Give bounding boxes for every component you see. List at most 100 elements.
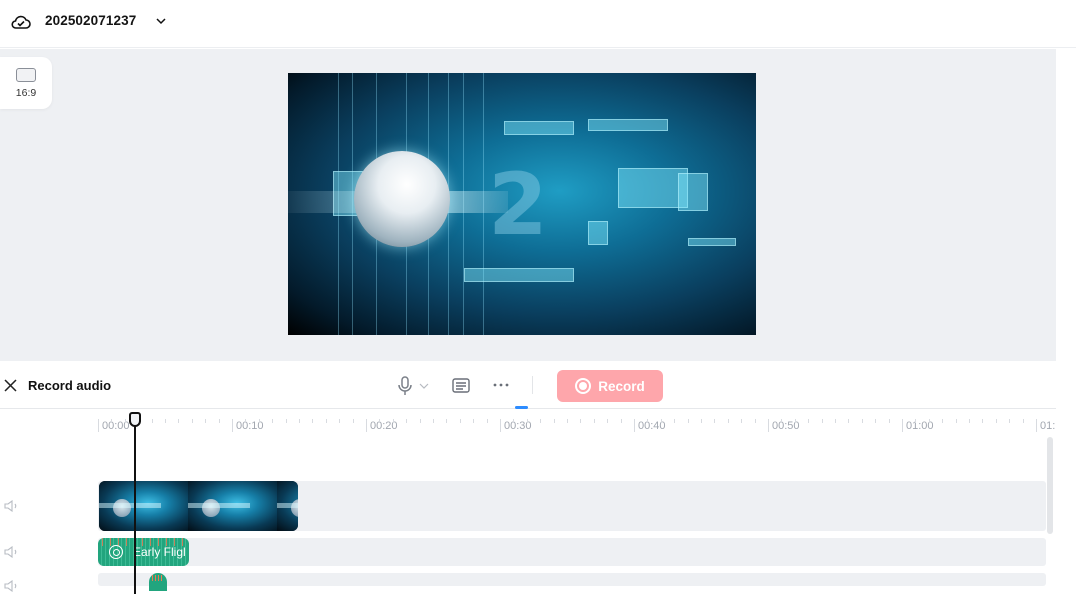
chevron-down-icon[interactable] bbox=[419, 382, 429, 390]
ruler-minor-tick bbox=[165, 419, 166, 423]
ruler-minor-tick bbox=[245, 419, 247, 423]
playhead-handle[interactable] bbox=[129, 412, 141, 427]
ruler-minor-tick bbox=[406, 419, 408, 423]
ruler-minor-tick bbox=[781, 419, 783, 423]
video-preview[interactable]: 2 bbox=[288, 73, 756, 335]
ruler-minor-tick bbox=[191, 419, 193, 423]
ruler-minor-tick bbox=[486, 419, 488, 423]
ruler-minor-tick bbox=[580, 419, 582, 423]
close-icon[interactable] bbox=[4, 379, 17, 392]
ruler-minor-tick bbox=[285, 419, 287, 423]
timeline: 00:00 00:10 00:20 00:30 00:40 00:50 01:00 01: E… bbox=[0, 410, 1076, 594]
ruler-major-tick bbox=[768, 419, 769, 432]
vertical-scrollbar[interactable] bbox=[1047, 437, 1053, 534]
audio-clip[interactable] bbox=[149, 573, 167, 591]
ruler-major-tick bbox=[232, 419, 233, 432]
decor-bar bbox=[504, 121, 574, 135]
ruler-minor-tick bbox=[1022, 419, 1024, 423]
more-icon[interactable] bbox=[492, 378, 510, 392]
ruler-major-tick bbox=[902, 419, 903, 432]
ruler-minor-tick bbox=[727, 419, 729, 423]
record-button-label: Record bbox=[598, 378, 645, 394]
ruler-minor-tick bbox=[915, 419, 917, 423]
ruler-minor-tick bbox=[218, 419, 220, 423]
clip-thumbnail bbox=[277, 481, 298, 531]
ruler-minor-tick bbox=[352, 419, 354, 423]
ruler-minor-tick bbox=[379, 419, 381, 423]
microphone-icon[interactable] bbox=[397, 376, 413, 396]
ruler-major-tick bbox=[634, 419, 635, 432]
ruler-minor-tick bbox=[567, 419, 568, 423]
ruler-minor-tick bbox=[205, 419, 207, 423]
record-button[interactable]: Record bbox=[557, 370, 663, 402]
ruler-minor-tick bbox=[151, 419, 153, 423]
globe-image bbox=[354, 151, 450, 247]
project-title[interactable]: 202502071237 bbox=[45, 13, 136, 28]
volume-icon[interactable] bbox=[4, 580, 20, 592]
ruler-major-tick bbox=[500, 419, 501, 432]
playhead-line bbox=[134, 424, 136, 594]
ruler-minor-tick bbox=[888, 419, 890, 423]
ruler-minor-tick bbox=[607, 419, 609, 423]
ruler-minor-tick bbox=[473, 419, 475, 423]
subtitle-icon[interactable] bbox=[452, 378, 470, 393]
ruler-minor-tick bbox=[875, 419, 877, 423]
ruler-major-tick bbox=[1036, 419, 1037, 432]
ruler-minor-tick bbox=[339, 419, 341, 423]
ruler-minor-tick bbox=[969, 419, 970, 423]
ruler-major-tick bbox=[98, 419, 99, 432]
ruler-major-tick bbox=[366, 419, 367, 432]
ruler-minor-tick bbox=[299, 419, 300, 423]
decor-bar bbox=[464, 268, 574, 282]
ruler-minor-tick bbox=[714, 419, 716, 423]
divider bbox=[532, 376, 533, 394]
right-strip bbox=[1056, 49, 1076, 361]
ruler-minor-tick bbox=[861, 419, 863, 423]
ruler-minor-tick bbox=[660, 419, 662, 423]
ruler-label: 01: bbox=[1040, 420, 1056, 432]
ruler-minor-tick bbox=[540, 419, 542, 423]
ruler-minor-tick bbox=[754, 419, 756, 423]
audio-clip-name: Early Fligl bbox=[133, 545, 186, 559]
ruler-minor-tick bbox=[674, 419, 676, 423]
decor-bar bbox=[588, 221, 608, 245]
aspect-ratio-label: 16:9 bbox=[15, 86, 37, 99]
clip-thumbnail bbox=[99, 481, 188, 531]
ruler-minor-tick bbox=[325, 419, 327, 423]
panel-resize-handle[interactable] bbox=[515, 406, 528, 409]
ruler-minor-tick bbox=[942, 419, 944, 423]
audio-track[interactable] bbox=[98, 573, 1046, 586]
ruler-minor-tick bbox=[687, 419, 689, 423]
ruler-minor-tick bbox=[835, 419, 836, 423]
volume-icon[interactable] bbox=[4, 546, 20, 558]
ruler-minor-tick bbox=[392, 419, 394, 423]
audio-track[interactable] bbox=[98, 538, 1046, 566]
ruler-minor-tick bbox=[446, 419, 448, 423]
ruler-minor-tick bbox=[459, 419, 461, 423]
ruler-minor-tick bbox=[741, 419, 743, 423]
aspect-ratio-button[interactable]: 16:9 bbox=[0, 57, 52, 109]
overlay-digit: 2 bbox=[488, 155, 548, 255]
ruler-minor-tick bbox=[848, 419, 850, 423]
ruler-minor-tick bbox=[272, 419, 274, 423]
ruler-minor-tick bbox=[620, 419, 622, 423]
record-audio-bar bbox=[0, 361, 1056, 409]
ruler-minor-tick bbox=[553, 419, 555, 423]
decor-bar bbox=[678, 173, 708, 211]
cloud-check-icon[interactable] bbox=[10, 12, 32, 32]
ruler-minor-tick bbox=[312, 419, 314, 423]
chevron-down-icon[interactable] bbox=[154, 14, 168, 28]
volume-icon[interactable] bbox=[4, 500, 20, 512]
ruler-minor-tick bbox=[526, 419, 528, 423]
ruler-minor-tick bbox=[178, 419, 180, 423]
ruler-minor-tick bbox=[513, 419, 515, 423]
top-bar: 202502071237 bbox=[0, 0, 1076, 48]
time-ruler[interactable]: 00:00 00:10 00:20 00:30 00:40 00:50 01:00 01: bbox=[98, 410, 1056, 436]
ruler-minor-tick bbox=[794, 419, 796, 423]
audio-clip[interactable]: Early Fligl bbox=[98, 538, 189, 566]
ruler-minor-tick bbox=[821, 419, 823, 423]
video-clip[interactable] bbox=[99, 481, 298, 531]
music-icon bbox=[109, 545, 123, 559]
ruler-minor-tick bbox=[808, 419, 810, 423]
record-icon bbox=[575, 378, 592, 394]
